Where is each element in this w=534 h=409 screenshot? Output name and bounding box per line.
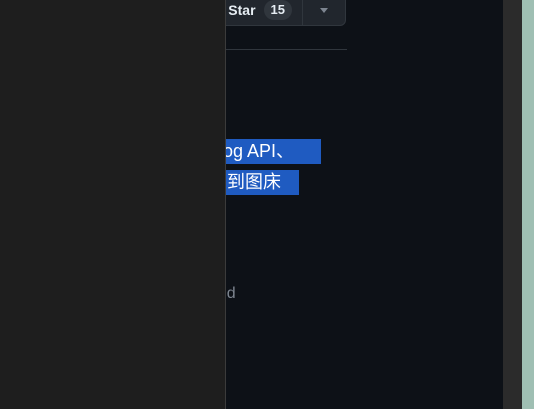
chevron-down-icon bbox=[320, 7, 328, 13]
star-count-badge: 15 bbox=[263, 0, 292, 20]
star-label: Star bbox=[228, 2, 256, 18]
window-edge bbox=[522, 0, 534, 409]
about-line-2-text: 到图床 bbox=[227, 172, 281, 192]
screen: Star 15 blog API、 占到图床 und bbox=[0, 0, 534, 409]
side-panel bbox=[0, 0, 226, 409]
star-lists-dropdown[interactable] bbox=[303, 0, 345, 25]
scrollbar-track[interactable] bbox=[503, 0, 522, 409]
